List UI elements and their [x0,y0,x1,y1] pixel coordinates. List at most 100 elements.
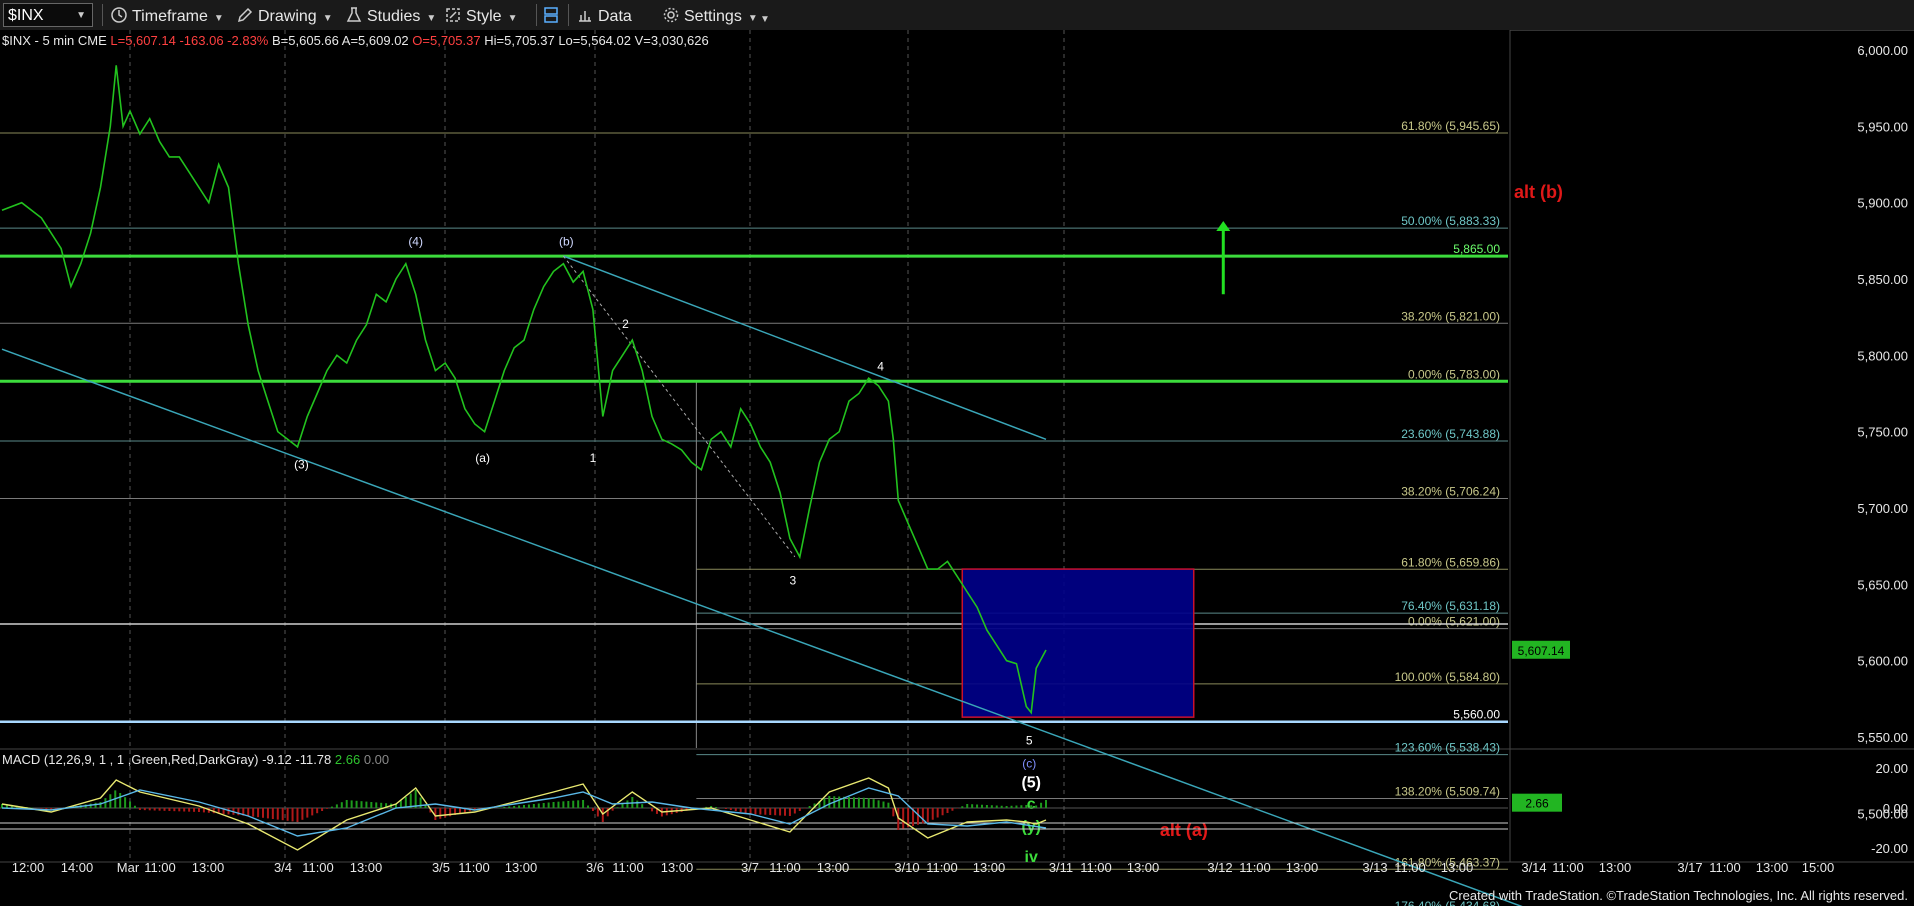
info-change-pct: -2.83% [227,33,269,48]
macd-info-bar: MACD (12,26,9, 1 , 1 ,Green,Red,DarkGray… [2,752,389,767]
x-tick-label: Mar [117,860,140,875]
macd-signal-value: -11.78 [295,752,332,767]
x-tick-label: 11:00 [1552,860,1584,875]
footer-copyright: Created with TradeStation. ©TradeStation… [1448,888,1908,903]
last-price-label: 5,607.14 [1518,644,1565,658]
y-tick-label: 5,800.00 [1857,348,1908,363]
wave-label: (5) [1021,774,1041,791]
x-tick-label: 3/12 [1207,860,1232,875]
macd-value-tag-label: 2.66 [1525,797,1549,811]
wave-label: iv [1025,849,1038,866]
macd-zero-value: 0.00 [363,752,390,767]
wave-label: 3 [790,573,797,587]
x-tick-label: 13:00 [661,860,694,875]
x-tick-label: 11:00 [769,860,801,875]
x-tick-label: 11:00 [926,860,958,875]
y-tick-label: 6,000.00 [1857,43,1908,58]
wave-label: (b) [559,234,574,248]
fib-level-label: 76.40% (5,631.18) [1401,599,1500,613]
fib-level-label: 123.60% (5,538.43) [1395,741,1500,755]
macd-value: -9.12 [262,752,292,767]
macd-line [1,777,1047,851]
fib-level-label: 38.20% (5,706.24) [1401,484,1500,498]
wave-label: (c) [1022,757,1036,771]
support-label: 5,865.00 [1453,242,1500,256]
x-tick-label: 3/14 [1521,860,1546,875]
x-tick-label: 13:00 [1441,860,1474,875]
macd-y-tick-label: -20.00 [1871,841,1908,856]
fib-level-label: 61.80% (5,945.65) [1401,119,1500,133]
info-open: O=5,705.37 [412,33,481,48]
x-tick-label: 11:00 [612,860,644,875]
fib-level-label: 138.20% (5,509.74) [1395,784,1500,798]
x-tick-label: 11:00 [1080,860,1112,875]
x-tick-label: 3/5 [432,860,450,875]
y-tick-label: 5,700.00 [1857,501,1908,516]
fib-level-label: 0.00% (5,621.00) [1408,615,1500,629]
macd-histogram-value: 2.66 [334,752,361,767]
x-tick-label: 3/11 [1049,860,1073,875]
x-tick-label: 11:00 [1394,860,1426,875]
x-tick-label: 3/13 [1362,860,1387,875]
fib-level-label: 23.60% (5,743.88) [1401,427,1500,441]
info-last: L=5,607.14 [110,33,176,48]
x-tick-label: 13:00 [973,860,1006,875]
y-tick-label: 5,950.00 [1857,119,1908,134]
wave-label: 2 [622,317,629,331]
x-tick-label: 11:00 [1709,860,1741,875]
info-change: -163.06 [179,33,224,48]
support-label: 5,560.00 [1453,708,1500,722]
chart-canvas[interactable]: 61.80% (5,945.65) 50.00% (5,883.33) 38.20%… [0,0,1914,906]
info-ask: A=5,609.02 [341,33,409,48]
x-tick-label: 3/10 [894,860,919,875]
wave-label: (4) [408,234,423,248]
info-symbol: $INX - 5 min [2,33,75,48]
x-tick-label: 13:00 [817,860,850,875]
wave-label: 5 [1026,734,1033,748]
price-plot-area [0,30,1510,748]
x-tick-label: 3/17 [1677,860,1702,875]
info-volume: V=3,030,626 [634,33,709,48]
x-tick-label: 14:00 [61,860,94,875]
fib-level-label: 50.00% (5,883.33) [1401,214,1500,228]
fib-level-label: 0.00% (5,783.00) [1408,367,1500,381]
target-box [961,568,1195,718]
y-tick-label: 5,900.00 [1857,196,1908,211]
wave-label: 4 [877,360,884,374]
x-tick-label: 13:00 [1756,860,1789,875]
macd-y-tick-label: 20.00 [1875,761,1908,776]
macd-label: MACD (12,26,9, 1 , 1 ,Green,Red,DarkGray… [2,752,259,767]
fib-level-label: 61.80% (5,659.86) [1401,555,1500,569]
x-tick-label: 11:00 [302,860,334,875]
fib-level-label: 38.20% (5,821.00) [1401,309,1500,323]
x-tick-label: 12:00 [12,860,45,875]
wave-label: c [1027,796,1036,813]
x-tick-label: 3/4 [274,860,292,875]
symbol-info-bar: $INX - 5 min CME L=5,607.14 -163.06 -2.8… [2,33,709,48]
wave-label: 1 [590,451,597,465]
x-tick-label: 3/7 [741,860,759,875]
x-tick-label: 13:00 [350,860,383,875]
info-bid: B=5,605.66 [272,33,339,48]
x-tick-label: 15:00 [1802,860,1835,875]
info-exchange: CME [77,33,107,48]
x-tick-label: 13:00 [1599,860,1632,875]
info-high: Hi=5,705.37 [484,33,555,48]
x-tick-label: 13:00 [1127,860,1160,875]
wave-label: (a) [475,451,490,465]
x-tick-label: 13:00 [192,860,225,875]
info-low: Lo=5,564.02 [558,33,631,48]
macd-y-tick-label: 0.00 [1883,801,1908,816]
wave-label: alt (b) [1514,182,1563,202]
x-tick-label: 13:00 [505,860,538,875]
x-tick-label: 13:00 [1286,860,1319,875]
x-tick-label: 11:00 [144,860,176,875]
y-tick-label: 5,850.00 [1857,272,1908,287]
x-tick-label: 11:00 [1239,860,1271,875]
y-tick-label: 5,600.00 [1857,654,1908,669]
y-tick-label: 5,650.00 [1857,577,1908,592]
x-tick-label: 3/6 [586,860,604,875]
fib-level-label: 100.00% (5,584.80) [1395,670,1500,684]
y-tick-label: 5,550.00 [1857,730,1908,745]
x-tick-label: 11:00 [458,860,490,875]
